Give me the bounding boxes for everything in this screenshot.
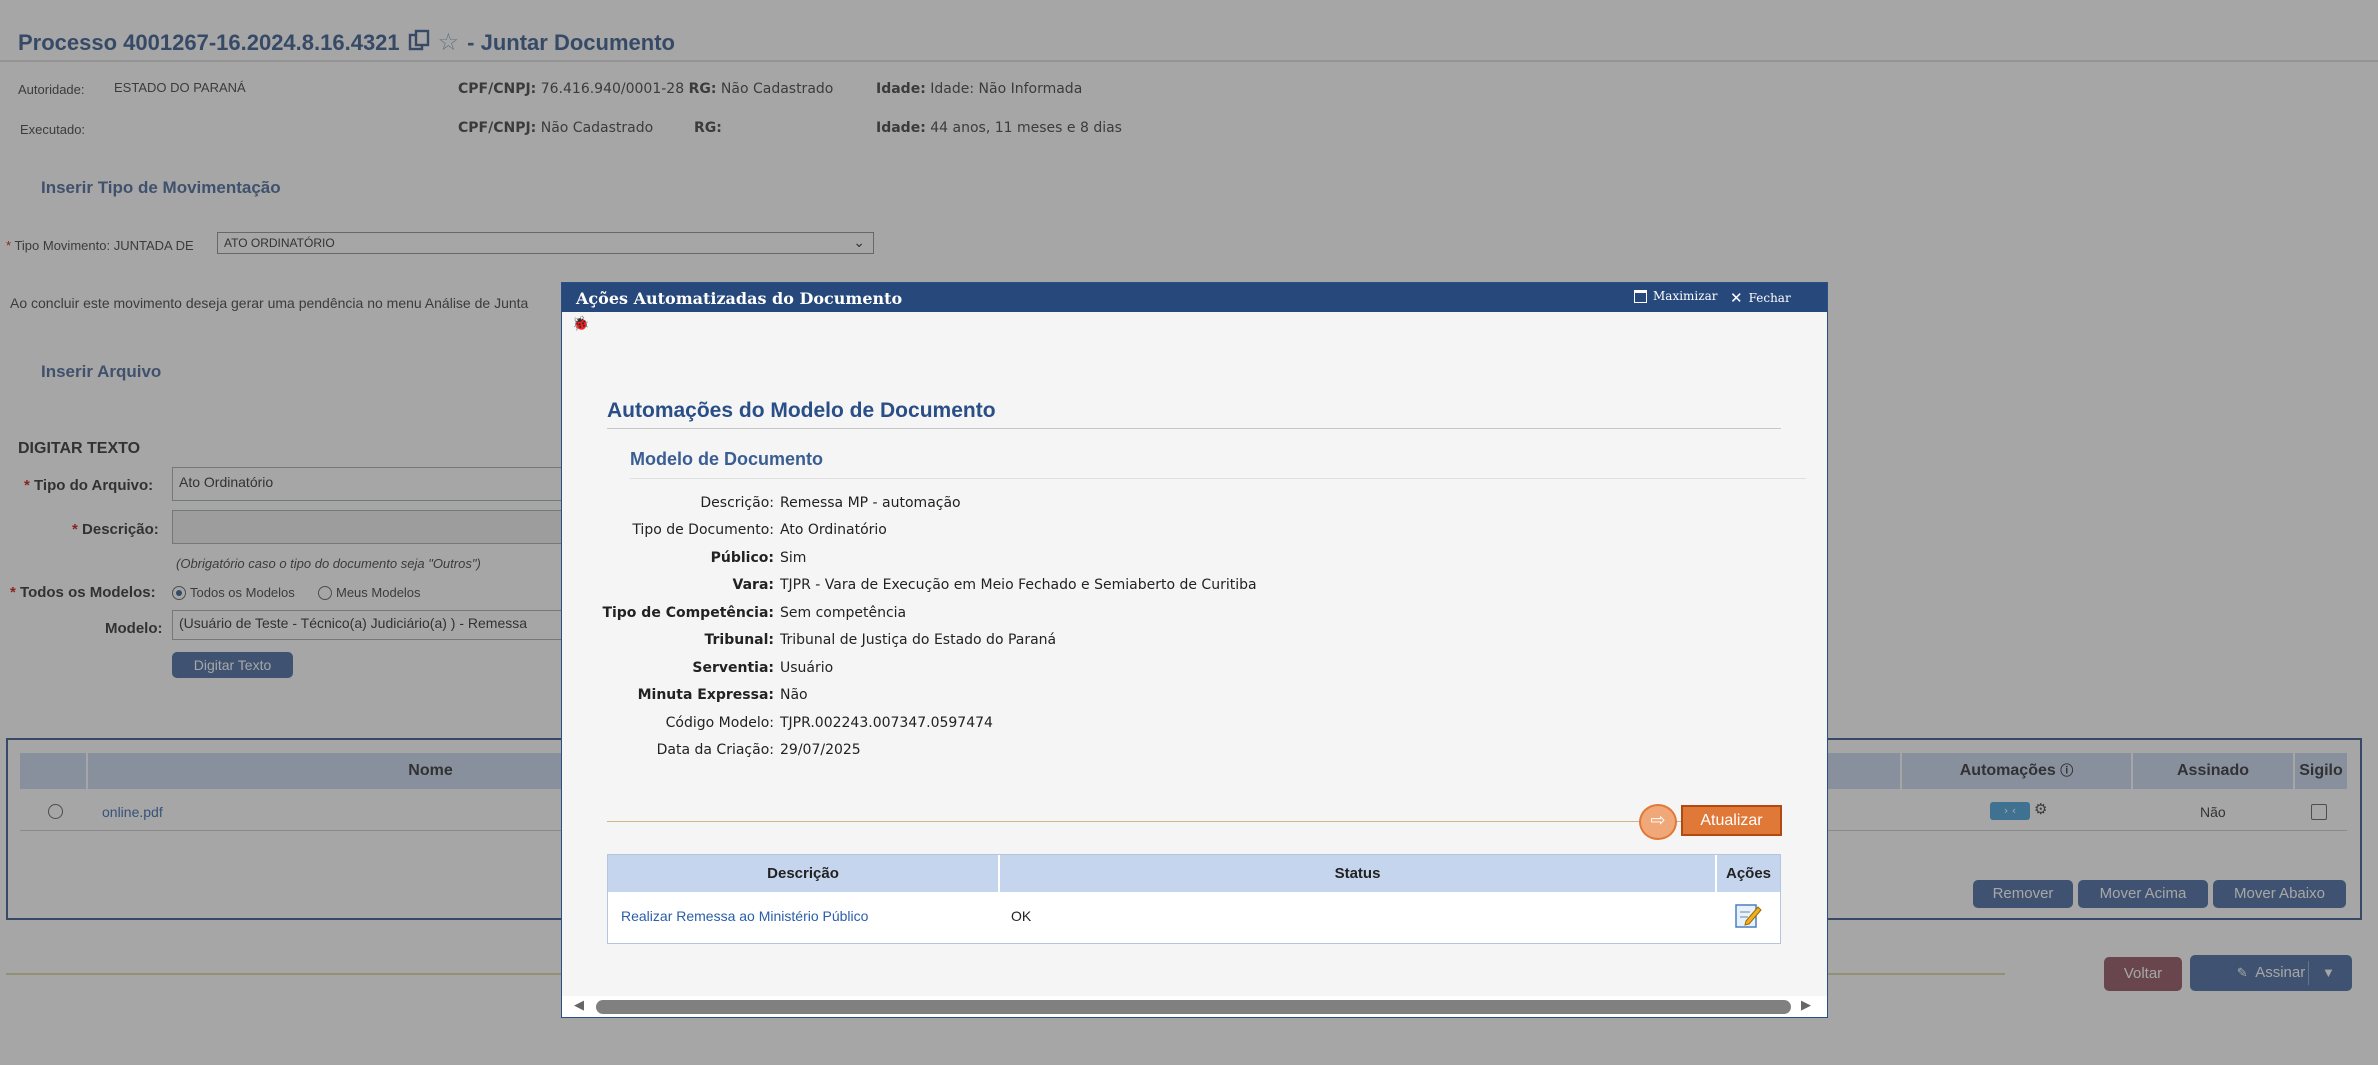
detail-label: Minuta Expressa: (637, 687, 774, 703)
detail-label: Público: (710, 550, 774, 566)
dialog-heading: Automações do Modelo de Documento (607, 399, 996, 422)
detail-label: Tribunal: (704, 632, 774, 648)
detail-value: Usuário (780, 660, 834, 676)
scroll-left-icon[interactable]: ◀ (574, 998, 584, 1013)
automacao-descricao-link[interactable]: Realizar Remessa ao Ministério Público (621, 908, 868, 924)
edit-icon[interactable] (1734, 901, 1762, 929)
detail-value: Sim (780, 550, 807, 566)
modelo-subheading: Modelo de Documento (630, 449, 823, 469)
col-header-descricao: Descrição (608, 855, 998, 892)
detail-value: Não (780, 687, 808, 703)
bug-icon: 🐞 (572, 316, 590, 332)
detail-label: Código Modelo: (665, 715, 774, 731)
detail-label: Serventia: (692, 660, 774, 676)
heading-divider (607, 428, 1781, 429)
detail-value: Ato Ordinatório (780, 522, 887, 538)
detail-value: TJPR - Vara de Execução em Meio Fechado … (780, 577, 1257, 593)
automacao-status: OK (1011, 908, 1032, 924)
subheading-divider (630, 478, 1806, 479)
detail-value: Sem competência (780, 605, 907, 621)
detail-label: Descrição: (700, 495, 774, 511)
detail-label: Tipo de Documento: (632, 522, 774, 538)
detail-label: Vara: (732, 577, 774, 593)
close-button[interactable]: ✕ Fechar (1730, 289, 1791, 307)
close-icon: ✕ (1730, 289, 1743, 307)
col-header-status: Status (1000, 855, 1715, 892)
detail-value: 29/07/2025 (780, 742, 861, 758)
detail-value: TJPR.002243.007347.0597474 (780, 715, 993, 731)
arrow-right-icon: ⇨ (1639, 804, 1677, 840)
dialog-titlebar: Ações Automatizadas do Documento Maximiz… (562, 283, 1827, 312)
scroll-right-icon[interactable]: ▶ (1801, 998, 1811, 1013)
detail-label: Tipo de Competência: (602, 605, 774, 621)
atualizar-button[interactable]: Atualizar (1681, 805, 1782, 836)
atualizar-divider (607, 821, 1707, 822)
col-header-acoes: Ações (1717, 855, 1780, 892)
maximize-button[interactable]: Maximizar (1634, 289, 1717, 303)
scrollbar-thumb[interactable] (596, 1000, 1791, 1014)
maximize-icon (1634, 289, 1647, 303)
details-labels: Descrição: Tipo de Documento: Público: V… (562, 495, 774, 785)
dialog-title: Ações Automatizadas do Documento (576, 289, 903, 308)
detail-value: Tribunal de Justiça do Estado do Paraná (780, 632, 1057, 648)
automacoes-dialog: Ações Automatizadas do Documento Maximiz… (561, 282, 1828, 1018)
details-values: Remessa MP - automação Ato Ordinatório S… (780, 495, 1680, 785)
detail-label: Data da Criação: (656, 742, 774, 758)
detail-value: Remessa MP - automação (780, 495, 961, 511)
